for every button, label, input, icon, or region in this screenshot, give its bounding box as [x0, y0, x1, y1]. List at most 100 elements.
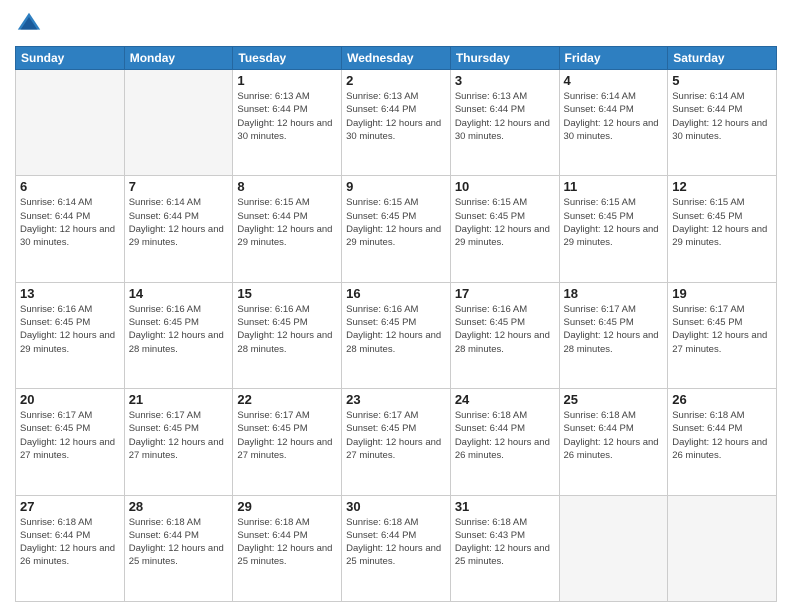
day-number: 3: [455, 73, 555, 88]
calendar-cell: 28 Sunrise: 6:18 AM Sunset: 6:44 PM Dayli…: [124, 495, 233, 601]
calendar-cell: 25 Sunrise: 6:18 AM Sunset: 6:44 PM Dayli…: [559, 389, 668, 495]
weekday-header: Sunday: [16, 47, 125, 70]
calendar-cell: 12Sunrise: 6:15 AM Sunset: 6:45 PM Dayli…: [668, 176, 777, 282]
calendar-cell: 2Sunrise: 6:13 AM Sunset: 6:44 PM Daylig…: [342, 70, 451, 176]
calendar-cell: 3 Sunrise: 6:13 AM Sunset: 6:44 PM Daylig…: [450, 70, 559, 176]
calendar-cell: 20 Sunrise: 6:17 AM Sunset: 6:45 PM Dayli…: [16, 389, 125, 495]
day-number: 1: [237, 73, 337, 88]
day-number: 19: [672, 286, 772, 301]
day-number: 22: [237, 392, 337, 407]
weekday-header-row: SundayMondayTuesdayWednesdayThursdayFrid…: [16, 47, 777, 70]
day-info: Sunrise: 6:13 AM Sunset: 6:44 PM Dayligh…: [346, 90, 446, 143]
day-number: 25: [564, 392, 664, 407]
day-number: 27: [20, 499, 120, 514]
day-number: 24: [455, 392, 555, 407]
day-info: Sunrise: 6:17 AM Sunset: 6:45 PM Dayligh…: [129, 409, 229, 462]
day-info: Sunrise: 6:16 AM Sunset: 6:45 PM Dayligh…: [237, 303, 337, 356]
day-info: Sunrise: 6:17 AM Sunset: 6:45 PM Dayligh…: [20, 409, 120, 462]
calendar-cell: 23 Sunrise: 6:17 AM Sunset: 6:45 PM Dayli…: [342, 389, 451, 495]
day-info: Sunrise: 6:14 AM Sunset: 6:44 PM Dayligh…: [129, 196, 229, 249]
calendar-cell: 31Sunrise: 6:18 AM Sunset: 6:43 PM Dayli…: [450, 495, 559, 601]
logo-icon: [15, 10, 43, 38]
day-info: Sunrise: 6:15 AM Sunset: 6:45 PM Dayligh…: [455, 196, 555, 249]
calendar-cell: 26 Sunrise: 6:18 AM Sunset: 6:44 PM Dayli…: [668, 389, 777, 495]
day-number: 4: [564, 73, 664, 88]
day-info: Sunrise: 6:15 AM Sunset: 6:45 PM Dayligh…: [672, 196, 772, 249]
day-info: Sunrise: 6:14 AM Sunset: 6:44 PM Dayligh…: [20, 196, 120, 249]
day-info: Sunrise: 6:16 AM Sunset: 6:45 PM Dayligh…: [129, 303, 229, 356]
day-info: Sunrise: 6:17 AM Sunset: 6:45 PM Dayligh…: [564, 303, 664, 356]
day-number: 11: [564, 179, 664, 194]
day-number: 18: [564, 286, 664, 301]
calendar-cell: 4Sunrise: 6:14 AM Sunset: 6:44 PM Daylig…: [559, 70, 668, 176]
day-number: 15: [237, 286, 337, 301]
calendar-week-row: 27 Sunrise: 6:18 AM Sunset: 6:44 PM Dayli…: [16, 495, 777, 601]
day-number: 7: [129, 179, 229, 194]
calendar-cell: 11 Sunrise: 6:15 AM Sunset: 6:45 PM Dayli…: [559, 176, 668, 282]
day-info: Sunrise: 6:18 AM Sunset: 6:44 PM Dayligh…: [672, 409, 772, 462]
day-info: Sunrise: 6:16 AM Sunset: 6:45 PM Dayligh…: [455, 303, 555, 356]
day-info: Sunrise: 6:13 AM Sunset: 6:44 PM Dayligh…: [237, 90, 337, 143]
day-number: 13: [20, 286, 120, 301]
header: [15, 10, 777, 38]
day-number: 26: [672, 392, 772, 407]
day-info: Sunrise: 6:17 AM Sunset: 6:45 PM Dayligh…: [237, 409, 337, 462]
day-info: Sunrise: 6:15 AM Sunset: 6:44 PM Dayligh…: [237, 196, 337, 249]
day-info: Sunrise: 6:18 AM Sunset: 6:44 PM Dayligh…: [564, 409, 664, 462]
day-info: Sunrise: 6:14 AM Sunset: 6:44 PM Dayligh…: [672, 90, 772, 143]
weekday-header: Monday: [124, 47, 233, 70]
calendar-week-row: 13 Sunrise: 6:16 AM Sunset: 6:45 PM Dayli…: [16, 282, 777, 388]
calendar-cell: 27Sunrise: 6:18 AM Sunset: 6:44 PM Dayli…: [16, 495, 125, 601]
day-number: 21: [129, 392, 229, 407]
day-info: Sunrise: 6:15 AM Sunset: 6:45 PM Dayligh…: [564, 196, 664, 249]
calendar-cell: 6 Sunrise: 6:14 AM Sunset: 6:44 PM Daylig…: [16, 176, 125, 282]
day-info: Sunrise: 6:15 AM Sunset: 6:45 PM Dayligh…: [346, 196, 446, 249]
calendar-cell: 5 Sunrise: 6:14 AM Sunset: 6:44 PM Daylig…: [668, 70, 777, 176]
weekday-header: Friday: [559, 47, 668, 70]
calendar-cell: 18 Sunrise: 6:17 AM Sunset: 6:45 PM Dayli…: [559, 282, 668, 388]
logo: [15, 10, 47, 38]
day-number: 28: [129, 499, 229, 514]
calendar-cell: [559, 495, 668, 601]
calendar-cell: 21 Sunrise: 6:17 AM Sunset: 6:45 PM Dayli…: [124, 389, 233, 495]
day-info: Sunrise: 6:18 AM Sunset: 6:44 PM Dayligh…: [455, 409, 555, 462]
calendar-cell: 30 Sunrise: 6:18 AM Sunset: 6:44 PM Dayli…: [342, 495, 451, 601]
calendar-cell: 24 Sunrise: 6:18 AM Sunset: 6:44 PM Dayli…: [450, 389, 559, 495]
calendar: SundayMondayTuesdayWednesdayThursdayFrid…: [15, 46, 777, 602]
day-info: Sunrise: 6:17 AM Sunset: 6:45 PM Dayligh…: [346, 409, 446, 462]
calendar-cell: 10 Sunrise: 6:15 AM Sunset: 6:45 PM Dayli…: [450, 176, 559, 282]
page: SundayMondayTuesdayWednesdayThursdayFrid…: [0, 0, 792, 612]
calendar-cell: 14Sunrise: 6:16 AM Sunset: 6:45 PM Dayli…: [124, 282, 233, 388]
day-info: Sunrise: 6:16 AM Sunset: 6:45 PM Dayligh…: [346, 303, 446, 356]
day-number: 5: [672, 73, 772, 88]
calendar-cell: [124, 70, 233, 176]
calendar-cell: 16 Sunrise: 6:16 AM Sunset: 6:45 PM Dayli…: [342, 282, 451, 388]
calendar-week-row: 1 Sunrise: 6:13 AM Sunset: 6:44 PM Daylig…: [16, 70, 777, 176]
day-info: Sunrise: 6:18 AM Sunset: 6:44 PM Dayligh…: [129, 516, 229, 569]
day-number: 10: [455, 179, 555, 194]
day-number: 29: [237, 499, 337, 514]
calendar-cell: 8Sunrise: 6:15 AM Sunset: 6:44 PM Daylig…: [233, 176, 342, 282]
calendar-cell: 1 Sunrise: 6:13 AM Sunset: 6:44 PM Daylig…: [233, 70, 342, 176]
calendar-cell: 13 Sunrise: 6:16 AM Sunset: 6:45 PM Dayli…: [16, 282, 125, 388]
calendar-cell: 29Sunrise: 6:18 AM Sunset: 6:44 PM Dayli…: [233, 495, 342, 601]
day-number: 20: [20, 392, 120, 407]
day-number: 30: [346, 499, 446, 514]
weekday-header: Wednesday: [342, 47, 451, 70]
calendar-cell: 9 Sunrise: 6:15 AM Sunset: 6:45 PM Daylig…: [342, 176, 451, 282]
day-number: 6: [20, 179, 120, 194]
day-number: 23: [346, 392, 446, 407]
calendar-cell: 22 Sunrise: 6:17 AM Sunset: 6:45 PM Dayli…: [233, 389, 342, 495]
day-info: Sunrise: 6:18 AM Sunset: 6:43 PM Dayligh…: [455, 516, 555, 569]
day-number: 16: [346, 286, 446, 301]
day-info: Sunrise: 6:18 AM Sunset: 6:44 PM Dayligh…: [346, 516, 446, 569]
calendar-week-row: 20 Sunrise: 6:17 AM Sunset: 6:45 PM Dayli…: [16, 389, 777, 495]
day-number: 9: [346, 179, 446, 194]
calendar-cell: 19Sunrise: 6:17 AM Sunset: 6:45 PM Dayli…: [668, 282, 777, 388]
calendar-week-row: 6 Sunrise: 6:14 AM Sunset: 6:44 PM Daylig…: [16, 176, 777, 282]
day-info: Sunrise: 6:13 AM Sunset: 6:44 PM Dayligh…: [455, 90, 555, 143]
calendar-cell: [668, 495, 777, 601]
calendar-cell: 17Sunrise: 6:16 AM Sunset: 6:45 PM Dayli…: [450, 282, 559, 388]
day-info: Sunrise: 6:16 AM Sunset: 6:45 PM Dayligh…: [20, 303, 120, 356]
calendar-cell: 15 Sunrise: 6:16 AM Sunset: 6:45 PM Dayli…: [233, 282, 342, 388]
